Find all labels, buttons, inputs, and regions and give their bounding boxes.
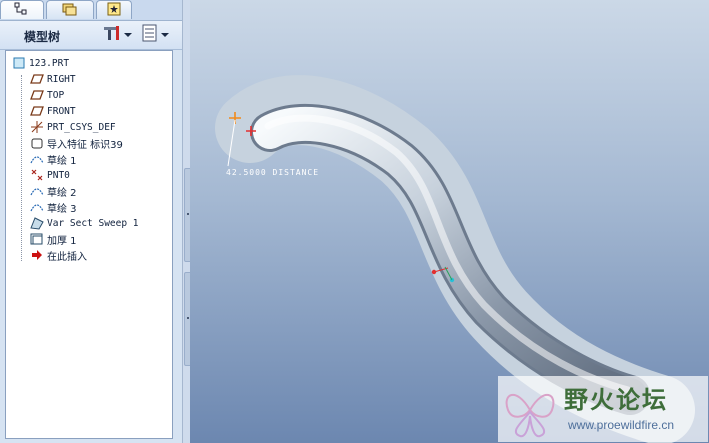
butterfly-logo-icon (505, 394, 555, 438)
datum-plane-icon (30, 72, 44, 86)
tree-root-label: 123.PRT (29, 57, 70, 69)
tree-item-sketch-2[interactable]: 草绘 2 (30, 183, 77, 199)
tree-item-right[interactable]: RIGHT (30, 71, 76, 87)
thicken-icon (30, 232, 44, 246)
tree-connector-line (21, 75, 22, 261)
tree-root-123-prt[interactable]: 123.PRT (12, 55, 69, 71)
datum-plane-icon (30, 104, 44, 118)
model-tree-tab[interactable] (0, 0, 44, 19)
grip-dot (187, 213, 189, 215)
tree-item-label: Var Sect Sweep 1 (47, 217, 139, 229)
tree-show-dropdown[interactable] (141, 24, 173, 46)
tree-item-label: TOP (47, 89, 65, 101)
dimension-label: 42.5000 DISTANCE (226, 168, 320, 177)
tree-item-front[interactable]: FRONT (30, 103, 76, 119)
tree-settings-dropdown[interactable] (102, 26, 134, 44)
tree-item-label: 加厚 1 (47, 235, 77, 247)
tree-item-sketch-3[interactable]: 草绘 3 (30, 199, 77, 215)
tree-item-label: 在此插入 (47, 251, 87, 263)
tree-item-thicken[interactable]: 加厚 1 (30, 231, 77, 247)
model-tree-icon (14, 1, 30, 20)
tree-item-insert-here[interactable]: 在此插入 (30, 247, 87, 263)
tree-item-label: PRT_CSYS_DEF (47, 121, 116, 133)
left-panel: 模型树 123.PRT RIGHT TOP FRONT PRT_CSYS_DEF… (0, 0, 182, 443)
tree-item-label: PNT0 (47, 169, 70, 181)
chevron-down-icon (161, 33, 169, 37)
import-feature-icon (30, 136, 44, 150)
tree-item-label: 草绘 2 (47, 187, 77, 199)
model-tree-title: 模型树 (24, 30, 61, 44)
tree-item-pnt0[interactable]: PNT0 (30, 167, 70, 183)
graphics-viewport[interactable]: 42.5000 DISTANCE 野火论坛 www.proewildfire.c… (190, 0, 709, 443)
tree-item-import-feature[interactable]: 导入特征 标识39 (30, 135, 123, 151)
panel-tab-bar (0, 0, 182, 21)
folder-browser-tab[interactable] (46, 0, 94, 19)
list-icon (141, 24, 159, 46)
tree-item-var-sect-sweep[interactable]: Var Sect Sweep 1 (30, 215, 139, 231)
sweep-icon (30, 216, 44, 230)
forum-watermark: 野火论坛 www.proewildfire.cn (498, 376, 708, 442)
folder-icon (61, 1, 79, 20)
tree-item-sketch-1[interactable]: 草绘 1 (30, 151, 77, 167)
sketch-icon (30, 184, 44, 198)
tools-icon (102, 24, 122, 46)
tree-item-csys[interactable]: PRT_CSYS_DEF (30, 119, 116, 135)
grip-dot (187, 317, 189, 319)
insert-here-arrow-icon (30, 248, 44, 262)
model-tree: 123.PRT RIGHT TOP FRONT PRT_CSYS_DEF 导入特… (5, 50, 173, 439)
chevron-down-icon (124, 33, 132, 37)
part-icon (12, 56, 26, 70)
tree-item-top[interactable]: TOP (30, 87, 64, 103)
model-tree-header: 模型树 (0, 21, 182, 50)
datum-point-icon (30, 168, 44, 182)
datum-plane-icon (30, 88, 44, 102)
tree-item-label: 草绘 3 (47, 203, 77, 215)
tree-item-label: 导入特征 标识39 (47, 139, 123, 151)
tree-item-label: FRONT (47, 105, 76, 117)
watermark-url: www.proewildfire.cn (568, 418, 675, 432)
tree-item-label: RIGHT (47, 73, 76, 85)
tree-item-label: 草绘 1 (47, 155, 77, 167)
favorites-icon (107, 1, 121, 20)
csys-icon (30, 120, 44, 134)
sketch-icon (30, 152, 44, 166)
watermark-title: 野火论坛 (564, 386, 668, 414)
sketch-icon (30, 200, 44, 214)
favorites-tab[interactable] (96, 0, 132, 19)
